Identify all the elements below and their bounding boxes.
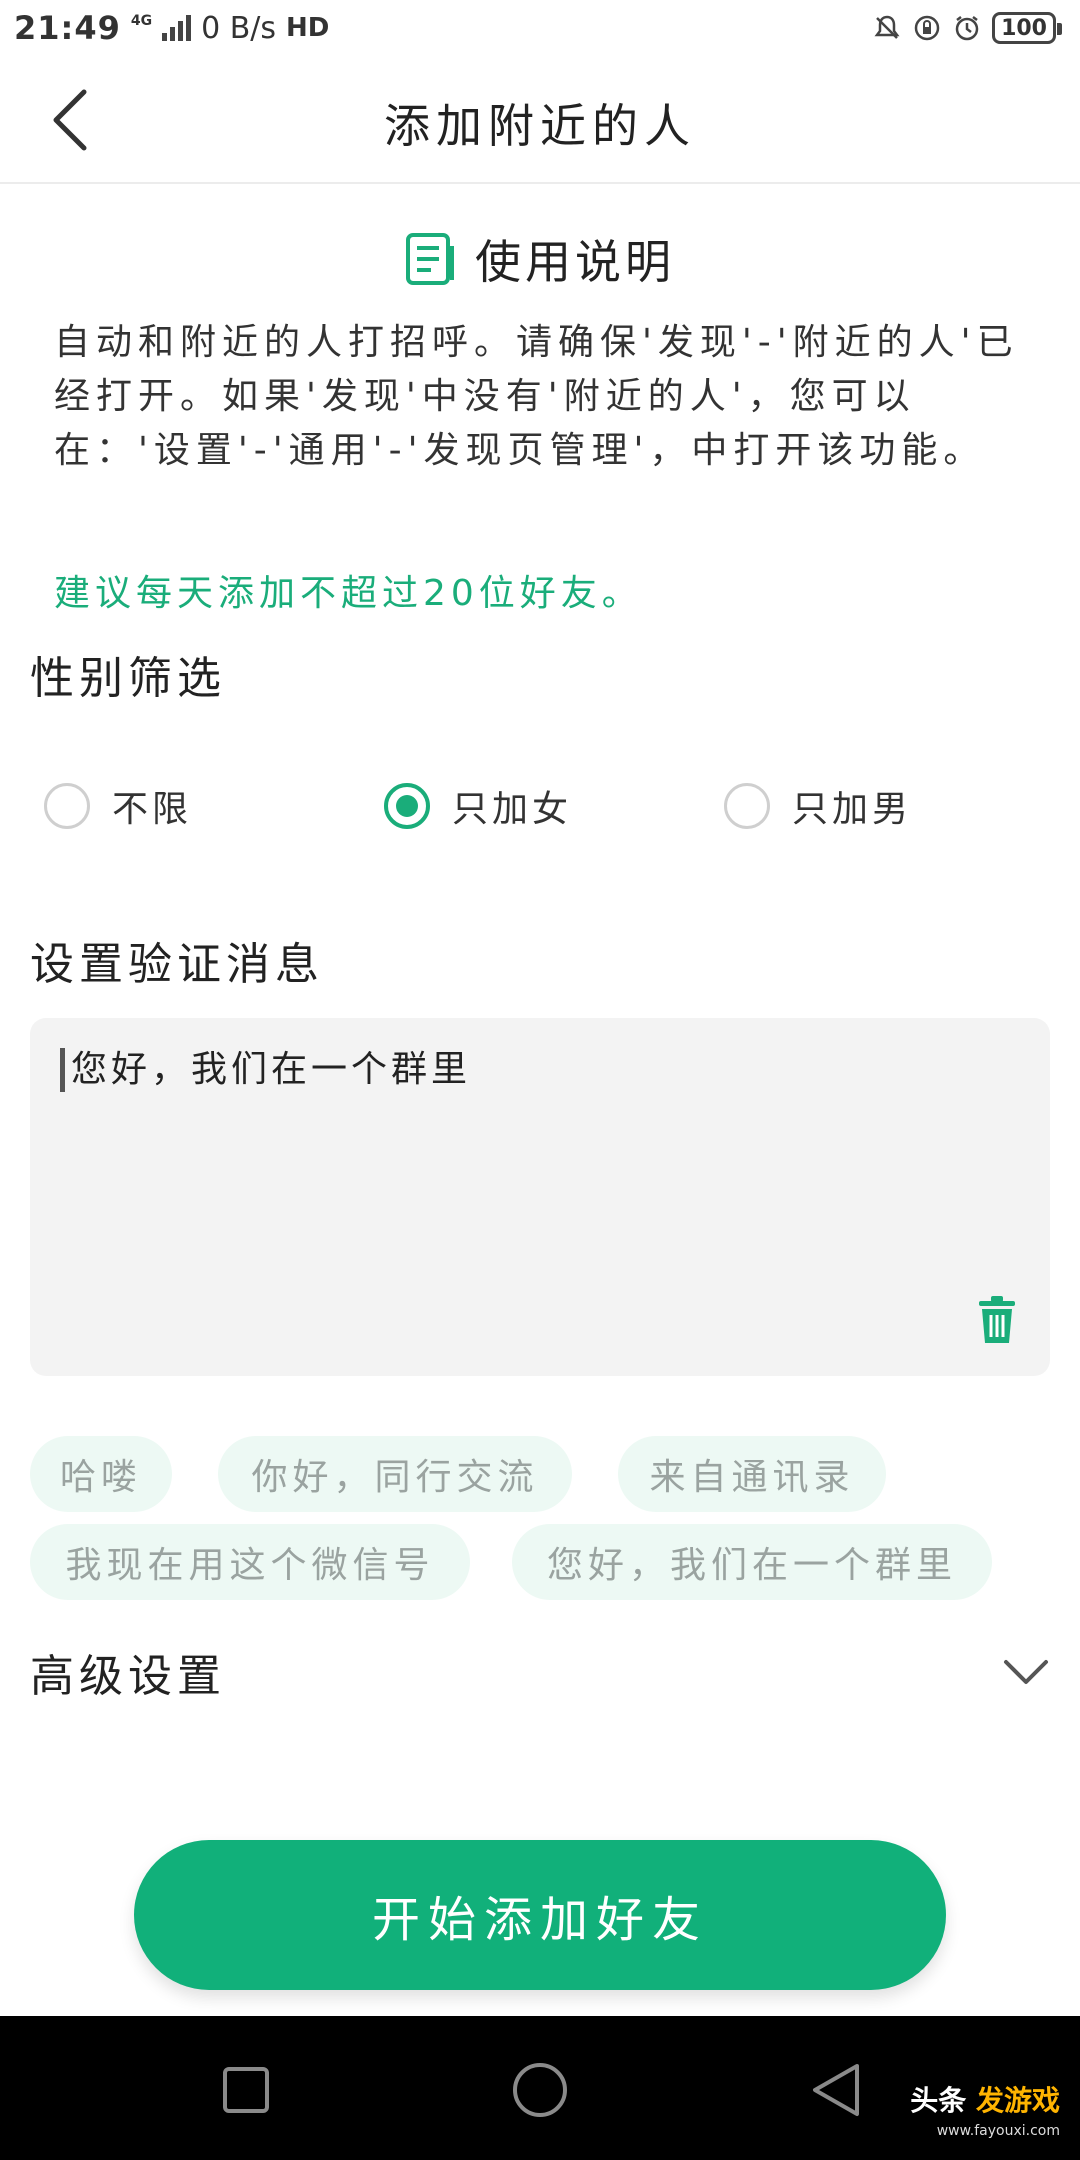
- battery-level: 100: [1001, 15, 1047, 41]
- status-time: 21:49: [14, 9, 121, 47]
- rotation-lock-icon: [912, 13, 942, 43]
- watermark-brand: 发游戏: [975, 2084, 1060, 2117]
- radio-option-male[interactable]: 只加男: [724, 780, 912, 832]
- radio-option-female[interactable]: 只加女: [384, 780, 572, 832]
- document-icon: [406, 233, 454, 285]
- preset-chip[interactable]: 哈喽: [30, 1436, 172, 1512]
- radio-label-male: 只加男: [792, 789, 913, 830]
- usage-description: 自动和附近的人打招呼。请确保'发现'-'附近的人'已经打开。如果'发现'中没有'…: [54, 322, 1019, 471]
- alarm-icon: [952, 13, 982, 43]
- usage-tip: 建议每天添加不超过20位好友。: [54, 573, 643, 614]
- radio-label-female: 只加女: [452, 789, 573, 830]
- usage-header: 使用说明: [0, 226, 1080, 292]
- verify-message-text[interactable]: 您好，我们在一个群里: [60, 1048, 471, 1092]
- radio-label-any: 不限: [112, 789, 193, 830]
- page-title: 添加附近的人: [384, 99, 696, 153]
- preset-chip[interactable]: 你好，同行交流: [218, 1436, 572, 1512]
- status-bar: 21:49 4G 0 B/s HD 100: [0, 0, 1080, 56]
- watermark-site: www.fayouxi.com: [936, 2123, 1060, 2139]
- radio-unchecked[interactable]: [44, 783, 90, 829]
- recents-button[interactable]: [216, 2060, 276, 2120]
- home-button[interactable]: [510, 2060, 570, 2120]
- gender-filter-title: 性别筛选: [30, 653, 226, 704]
- chevron-down-icon[interactable]: [1002, 1648, 1050, 1696]
- usage-title: 使用说明: [475, 235, 675, 289]
- triangle-back-icon: [813, 2064, 859, 2116]
- radio-checked[interactable]: [384, 783, 430, 829]
- hd-badge: HD: [286, 13, 330, 43]
- mute-bell-icon: [872, 13, 902, 43]
- radio-unchecked[interactable]: [724, 783, 770, 829]
- gender-radio-group: 不限 只加女 只加男: [0, 780, 1080, 850]
- square-icon: [223, 2067, 269, 2113]
- watermark-prefix: 头条: [910, 2084, 967, 2117]
- preset-chip[interactable]: 我现在用这个微信号: [30, 1524, 470, 1600]
- system-nav-bar: 头条 发游戏 www.fayouxi.com: [0, 2016, 1080, 2160]
- battery-icon: 100: [992, 12, 1062, 44]
- preset-chip[interactable]: 您好，我们在一个群里: [512, 1524, 992, 1600]
- advanced-settings-title: 高级设置: [30, 1651, 226, 1702]
- radio-option-any[interactable]: 不限: [44, 780, 192, 832]
- nav-bar: 添加附近的人: [0, 56, 1080, 184]
- verify-message-title: 设置验证消息: [30, 939, 324, 990]
- network-type: 4G: [130, 13, 153, 29]
- start-adding-button[interactable]: 开始添加好友: [134, 1840, 946, 1990]
- circle-icon: [513, 2063, 567, 2117]
- back-nav-button[interactable]: [806, 2060, 866, 2120]
- watermark: 头条 发游戏 www.fayouxi.com: [910, 2086, 1060, 2146]
- status-right: 100: [872, 12, 1062, 44]
- network-speed: 0 B/s: [201, 10, 277, 46]
- signal-icon: [162, 15, 192, 41]
- status-left: 21:49 4G 0 B/s HD: [14, 9, 329, 47]
- clear-message-button[interactable]: [974, 1292, 1020, 1348]
- trash-icon: [979, 1296, 1015, 1343]
- preset-chip[interactable]: 来自通讯录: [618, 1436, 886, 1512]
- advanced-settings-row[interactable]: 高级设置: [0, 1640, 1080, 1710]
- verify-message-input[interactable]: 您好，我们在一个群里: [30, 1018, 1050, 1376]
